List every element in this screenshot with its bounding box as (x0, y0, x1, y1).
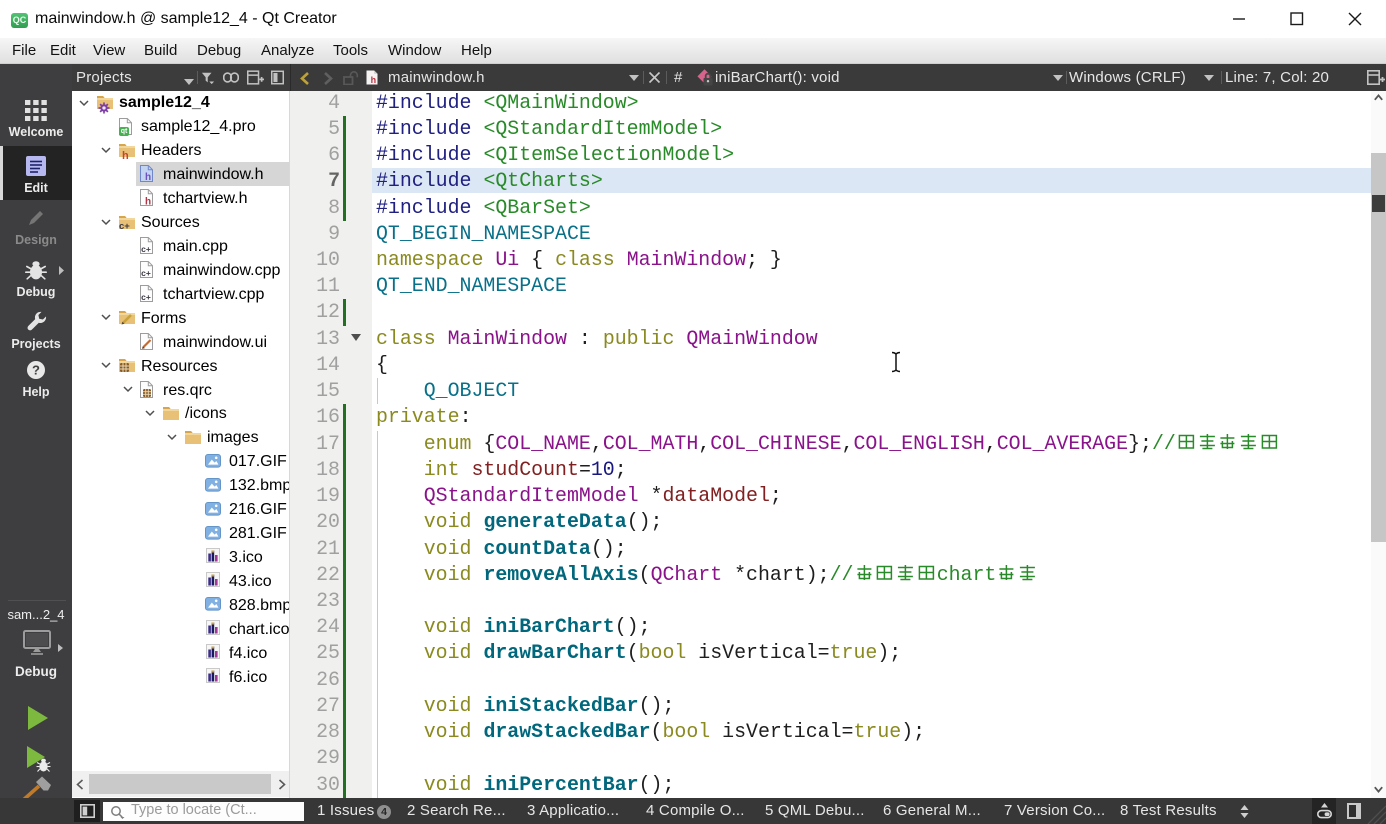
svg-text:h: h (371, 75, 377, 85)
svg-text:?: ? (32, 363, 40, 378)
svg-text:c+: c+ (141, 244, 151, 254)
svg-text:h: h (145, 197, 151, 207)
svg-text:c+: c+ (141, 268, 151, 278)
svg-text:h: h (145, 172, 151, 182)
svg-text:c+: c+ (141, 292, 151, 302)
